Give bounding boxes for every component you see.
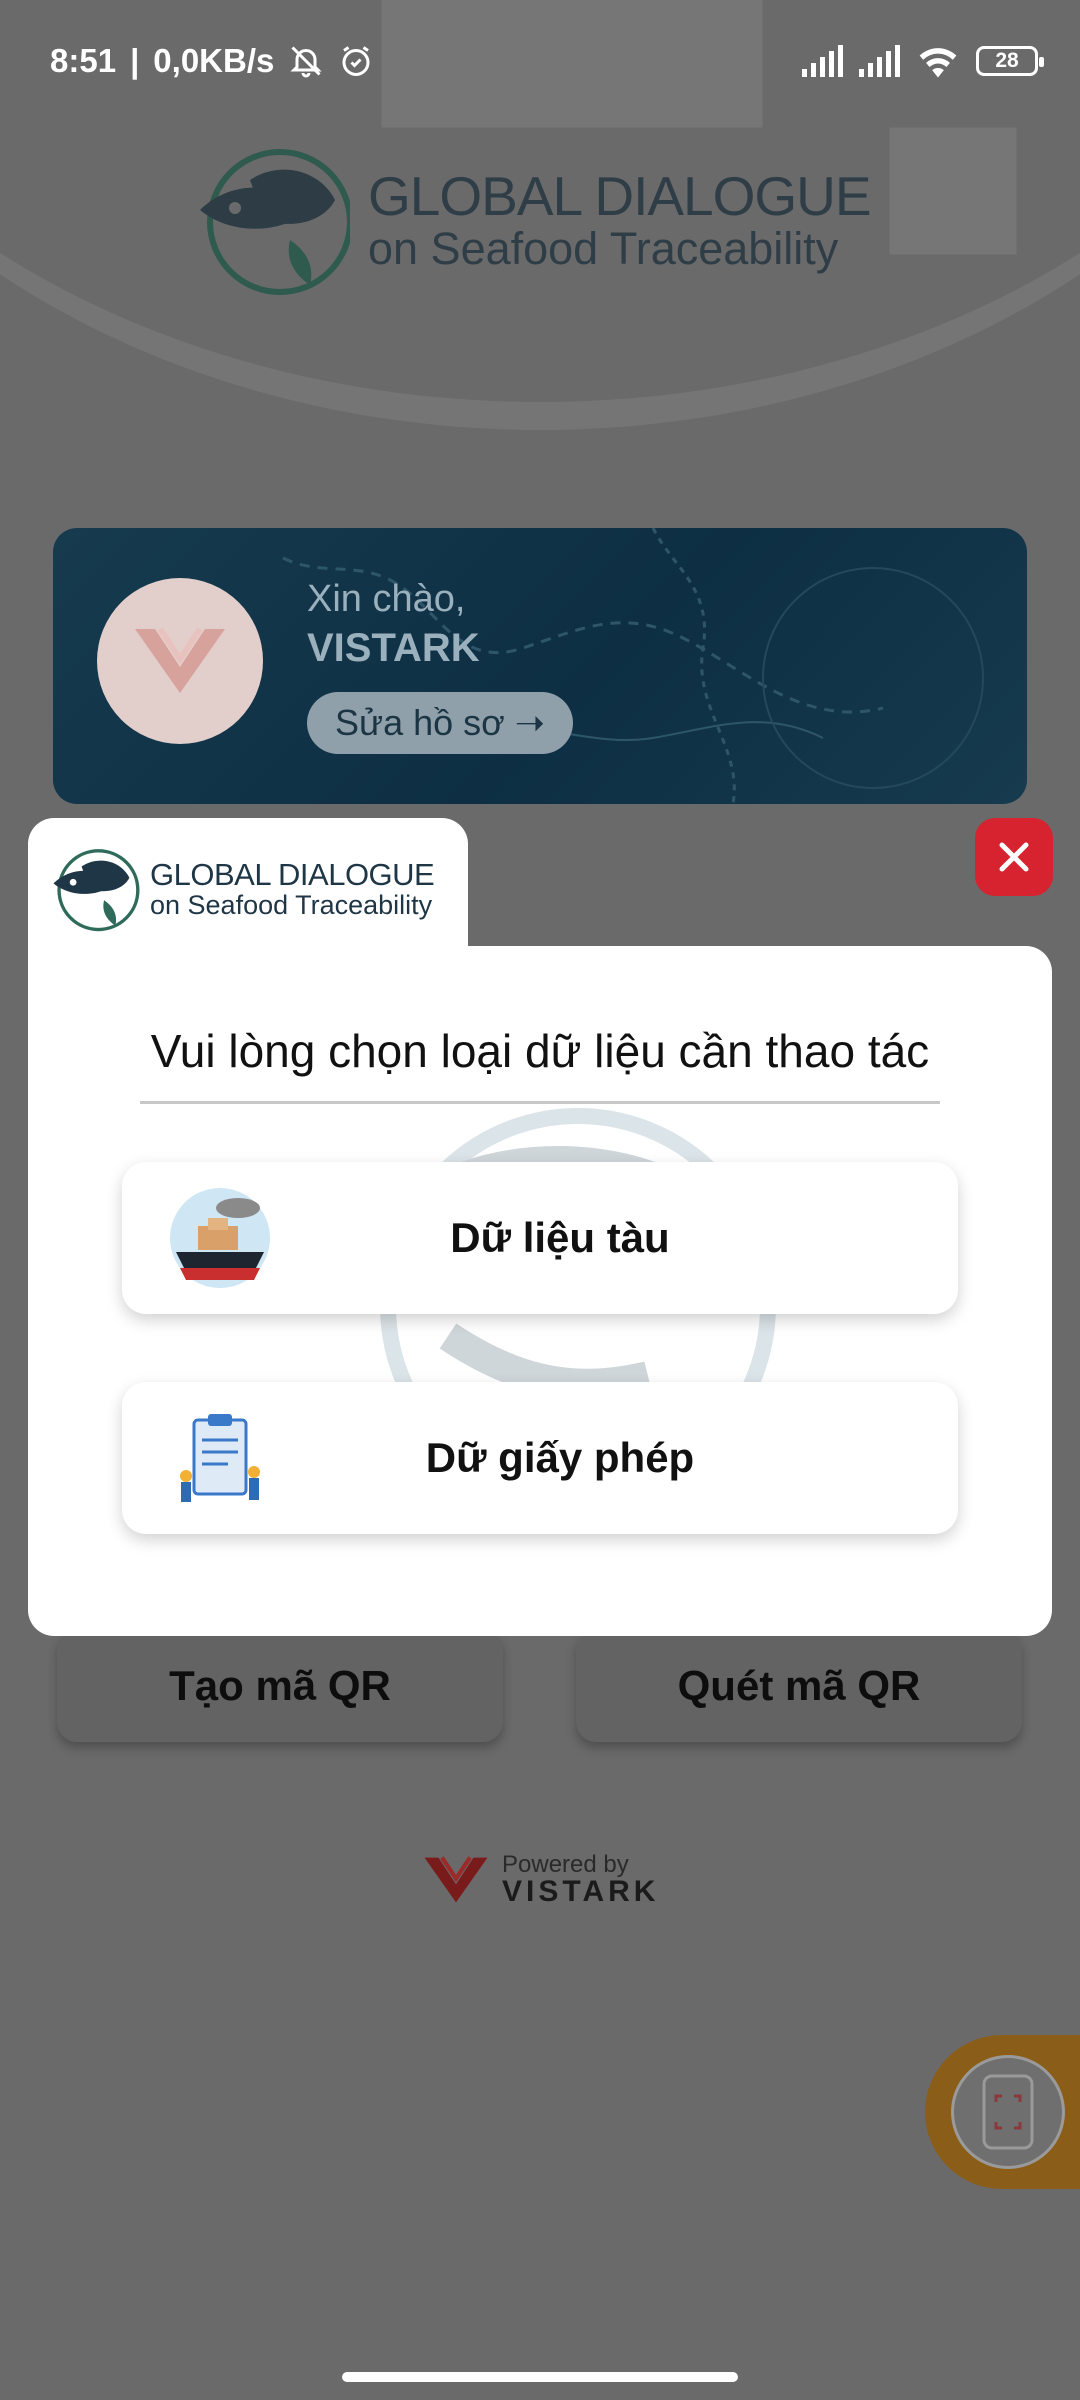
status-bar: 8:51 | 0,0KB/s 28 (0, 0, 1080, 130)
modal-title: Vui lòng chọn loại dữ liệu cần thao tác (150, 1025, 930, 1077)
battery-level: 28 (995, 49, 1019, 72)
vistark-logo-icon (424, 1856, 488, 1903)
app-screen: 8:51 | 0,0KB/s 28 GLOBAL DIALOGUE on Sea… (0, 0, 1080, 2400)
mute-bell-icon (290, 46, 322, 78)
wifi-icon (919, 48, 957, 78)
battery-icon: 28 (976, 46, 1044, 76)
floating-scan-button[interactable] (951, 2055, 1065, 2169)
status-time: 8:51 (50, 42, 117, 79)
modal-header-tab: GLOBAL DIALOGUE on Seafood Traceability (28, 818, 468, 958)
header-brand-line2: on Seafood Traceability (368, 223, 839, 274)
powered-by-label: Powered by (502, 1851, 629, 1878)
header-brand-line1: GLOBAL DIALOGUE (368, 165, 872, 227)
greeting-banner: Xin chào, VISTARK Sửa hồ sơ ➝ (53, 528, 1027, 804)
signal-icon (802, 45, 843, 77)
modal-brand-text: GLOBAL DIALOGUE on Seafood Traceability (150, 857, 435, 920)
close-button[interactable] (975, 818, 1053, 896)
license-data-label: Dữ giấy phép (425, 1434, 695, 1481)
modal-brand-line2: on Seafood Traceability (150, 890, 433, 920)
status-separator: | (130, 42, 140, 79)
signal-icon (859, 45, 900, 77)
license-data-option[interactable]: Dữ giấy phép (122, 1382, 958, 1534)
greeting-text: Xin chào, (307, 578, 466, 620)
company-name: VISTARK (502, 1875, 660, 1908)
status-left: 8:51 | 0,0KB/s (50, 42, 374, 80)
status-net-speed: 0,0KB/s (153, 42, 275, 79)
close-icon (999, 842, 1029, 872)
modal-divider (140, 1101, 940, 1104)
globe-fish-logo-icon (200, 149, 350, 295)
globe-fish-logo-icon (53, 849, 140, 932)
vistark-logo-icon (135, 627, 225, 693)
modal-brand-line1: GLOBAL DIALOGUE (150, 857, 435, 892)
phone-scan-icon (982, 2074, 1034, 2150)
data-type-modal: Vui lòng chọn loại dữ liệu cần thao tác … (28, 946, 1052, 1636)
home-indicator[interactable] (342, 2372, 738, 2382)
header-logo: GLOBAL DIALOGUE on Seafood Traceability (180, 140, 872, 300)
header-brand-text: GLOBAL DIALOGUE on Seafood Traceability (368, 165, 872, 274)
status-right: 28 (802, 44, 1044, 78)
powered-by: Powered by VISTARK (420, 1852, 659, 1908)
floating-scan-container (925, 2035, 1080, 2189)
ship-data-label: Dữ liệu tàu (450, 1214, 670, 1261)
modal-logo: GLOBAL DIALOGUE on Seafood Traceability (40, 844, 435, 934)
alarm-icon (342, 46, 370, 76)
powered-by-text: Powered by VISTARK (502, 1853, 659, 1907)
scan-qr-button[interactable]: Quét mã QR (576, 1630, 1022, 1742)
avatar (97, 578, 263, 744)
edit-profile-button[interactable]: Sửa hồ sơ ➝ (307, 692, 573, 754)
username: VISTARK (307, 626, 480, 670)
create-qr-button[interactable]: Tạo mã QR (57, 1630, 503, 1742)
ship-data-option[interactable]: Dữ liệu tàu (122, 1162, 958, 1314)
